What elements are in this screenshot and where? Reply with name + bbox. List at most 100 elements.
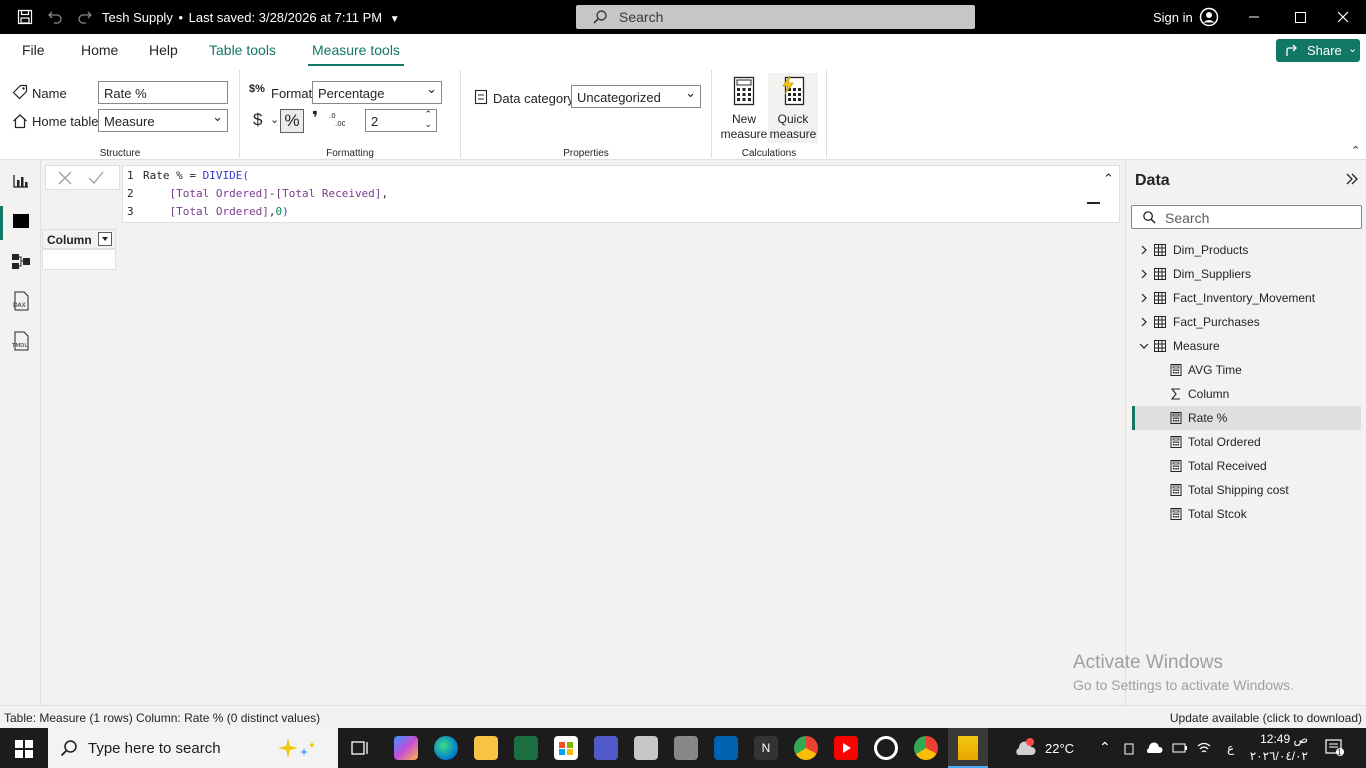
report-view-icon[interactable] — [10, 170, 32, 192]
table-node[interactable]: Dim_Suppliers — [1132, 262, 1361, 286]
cancel-formula-icon[interactable] — [58, 171, 72, 185]
calculator-icon — [1170, 364, 1182, 376]
measure-item[interactable]: Total Received — [1132, 454, 1361, 478]
percent-button[interactable]: % — [280, 109, 304, 133]
measure-table-node[interactable]: Measure — [1132, 334, 1361, 358]
measure-item[interactable]: AVG Time — [1132, 358, 1361, 382]
clock-time[interactable]: 12:49 ص — [1253, 732, 1308, 746]
measure-name: Total Received — [1188, 459, 1267, 473]
table-node[interactable]: Fact_Purchases — [1132, 310, 1361, 334]
data-category-dropdown[interactable]: Uncategorized — [571, 85, 701, 108]
measure-table-icon — [1154, 340, 1166, 352]
tab-help[interactable]: Help — [149, 42, 178, 58]
code-line-3: [Total Ordered],0) — [143, 205, 289, 218]
column-filter-button[interactable] — [98, 232, 112, 246]
table-node[interactable]: Dim_Products — [1132, 238, 1361, 262]
collapse-pane-icon[interactable] — [1345, 172, 1359, 186]
decimal-places-input[interactable]: 2 ⌃ ⌄ — [365, 109, 437, 132]
calculator-icon — [733, 76, 755, 106]
weather-icon[interactable] — [1012, 737, 1038, 759]
chevron-down-icon[interactable]: ⌄ — [270, 113, 279, 126]
power-bi-taskbar-button[interactable] — [948, 728, 988, 768]
table-cell[interactable] — [42, 249, 116, 270]
tab-home[interactable]: Home — [81, 42, 118, 58]
currency-button[interactable]: $ — [253, 110, 262, 130]
data-pane-search-input[interactable]: Search — [1131, 205, 1362, 229]
share-button[interactable]: Share ⌄ — [1276, 39, 1360, 62]
column-ref-token: [Total Ordered] — [169, 205, 269, 218]
collapse-ribbon-icon[interactable]: ⌃ — [1351, 144, 1360, 157]
format-dropdown[interactable]: Percentage — [312, 81, 442, 104]
chrome-icon[interactable] — [914, 736, 938, 760]
chevron-right-icon[interactable] — [1140, 317, 1152, 329]
measure-item[interactable]: Total Shipping cost — [1132, 478, 1361, 502]
quick-measure-label-1: Quick — [777, 112, 809, 126]
chevron-up-icon[interactable]: ⌃ — [1099, 739, 1111, 756]
tab-measure-tools[interactable]: Measure tools — [308, 42, 404, 66]
model-view-icon[interactable] — [10, 250, 32, 272]
clock-date[interactable]: ٢٠٢٦/٠٤/٠٢ — [1249, 749, 1308, 763]
quick-measure-button[interactable]: Quick measure — [768, 73, 818, 143]
chevron-down-icon[interactable]: ▼ — [390, 14, 400, 25]
edge-browser-icon[interactable] — [434, 736, 458, 760]
chevron-right-icon[interactable] — [1140, 269, 1152, 281]
title-search-box[interactable]: Search — [576, 5, 975, 29]
chrome-icon[interactable] — [794, 736, 818, 760]
column-header[interactable]: Column — [42, 229, 116, 249]
tab-file[interactable]: File — [22, 42, 45, 58]
chevron-right-icon[interactable] — [1140, 245, 1152, 257]
stepper-arrows-icon[interactable]: ⌃ ⌄ — [424, 109, 432, 129]
language-indicator[interactable]: ع — [1227, 741, 1234, 755]
update-available-link[interactable]: Update available (click to download) — [1170, 711, 1362, 725]
measure-item[interactable]: Column — [1132, 382, 1361, 406]
tmdl-view-icon[interactable]: TMDL — [10, 330, 32, 352]
windows-start-icon[interactable] — [15, 740, 33, 758]
teams-icon[interactable] — [594, 736, 618, 760]
temperature-text[interactable]: 22°C — [1045, 741, 1074, 756]
tab-table-tools[interactable]: Table tools — [209, 42, 276, 58]
home-table-dropdown[interactable]: Measure — [98, 109, 228, 132]
microsoft-store-icon[interactable] — [554, 736, 578, 760]
dax-query-view-icon[interactable]: DAX — [10, 290, 32, 312]
table-view-icon[interactable] — [10, 210, 32, 232]
table-node[interactable]: Fact_Inventory_Movement — [1132, 286, 1361, 310]
save-icon[interactable] — [17, 9, 33, 25]
app-icon[interactable] — [634, 736, 658, 760]
maximize-button[interactable] — [1277, 0, 1323, 34]
collapse-formula-icon[interactable]: ⌃ — [1103, 172, 1114, 187]
battery-icon[interactable] — [1172, 741, 1188, 755]
taskbar-search-box[interactable]: Type here to search — [48, 728, 338, 768]
redo-icon[interactable] — [77, 9, 93, 25]
measure-item-selected[interactable]: Rate % — [1132, 406, 1361, 430]
network-icon[interactable] — [1122, 741, 1138, 757]
commit-formula-icon[interactable] — [88, 171, 104, 185]
app-icon[interactable] — [714, 736, 738, 760]
minimize-button[interactable] — [1231, 0, 1277, 34]
name-input[interactable]: Rate % — [98, 81, 228, 104]
chevron-down-icon[interactable] — [1139, 342, 1151, 354]
youtube-icon[interactable] — [834, 736, 858, 760]
comma-button[interactable]: ❜ — [312, 108, 318, 129]
undo-icon[interactable] — [47, 9, 63, 25]
app-icon[interactable] — [674, 736, 698, 760]
new-measure-button[interactable]: New measure — [719, 73, 769, 143]
github-icon[interactable] — [874, 736, 898, 760]
measure-item[interactable]: Total Stcok — [1132, 502, 1361, 526]
formula-scroll-handle[interactable] — [1087, 202, 1100, 204]
wifi-icon[interactable] — [1196, 741, 1212, 755]
dax-formula-editor[interactable]: 1 2 3 Rate % = DIVIDE( [Total Ordered]-[… — [122, 165, 1120, 223]
notification-center-icon[interactable] — [1325, 739, 1345, 757]
notion-icon[interactable]: N — [754, 736, 778, 760]
task-view-icon[interactable] — [348, 736, 372, 760]
close-button[interactable] — [1320, 0, 1366, 34]
chevron-right-icon[interactable] — [1140, 293, 1152, 305]
sign-in-link[interactable]: Sign in — [1153, 10, 1193, 25]
document-title[interactable]: Tesh Supply • Last saved: 3/28/2026 at 7… — [102, 10, 400, 25]
copilot-icon[interactable] — [394, 736, 418, 760]
file-explorer-icon[interactable] — [474, 736, 498, 760]
measure-item[interactable]: Total Ordered — [1132, 430, 1361, 454]
onedrive-icon[interactable] — [1145, 741, 1163, 755]
account-icon[interactable] — [1199, 7, 1219, 27]
excel-icon[interactable] — [514, 736, 538, 760]
